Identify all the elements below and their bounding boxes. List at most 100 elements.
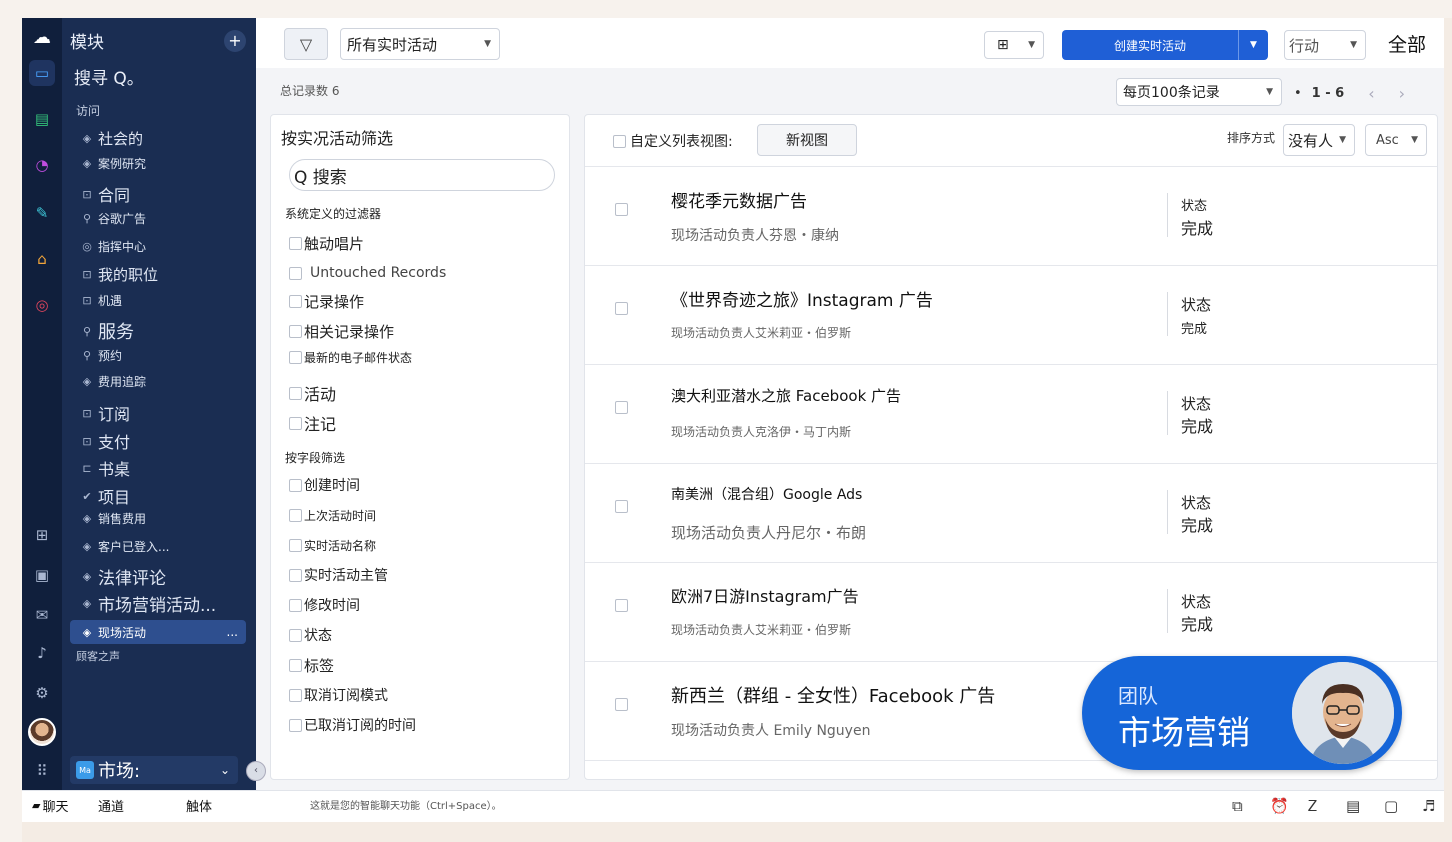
checkbox[interactable] — [289, 266, 302, 280]
sidebar-item[interactable]: ⊡ 合同 — [80, 182, 130, 206]
user-avatar[interactable] — [28, 718, 56, 746]
row-title[interactable]: 欧洲7日游Instagram广告 — [671, 583, 859, 607]
row-checkbox[interactable] — [615, 698, 628, 711]
checkbox[interactable] — [289, 598, 302, 612]
search-analytics-icon[interactable]: ◎ — [29, 292, 55, 318]
row-title[interactable]: 澳大利亚潜水之旅 Facebook 广告 — [671, 385, 901, 406]
alarm-icon[interactable]: ⏰ — [1270, 797, 1289, 815]
checkbox[interactable] — [289, 237, 302, 250]
checkbox[interactable] — [289, 351, 302, 364]
filter-option[interactable]: 活动 — [289, 381, 336, 405]
row-title[interactable]: 新西兰（群组 - 全女性）Facebook 广告 — [671, 682, 995, 708]
translate-icon[interactable]: Ꮓ — [1308, 797, 1317, 815]
checkbox[interactable] — [289, 295, 302, 308]
folder-icon[interactable]: ▭ — [29, 60, 55, 86]
checkbox[interactable] — [289, 325, 302, 338]
layout-toggle[interactable]: ⊞ ▼ — [984, 31, 1044, 59]
sidebar-item[interactable]: ✔ 项目 — [80, 484, 130, 508]
row-title[interactable]: 南美洲（混合组）Google Ads — [671, 484, 862, 504]
sidebar-item[interactable]: ⊏ 书桌 — [80, 456, 130, 480]
filter-search-input[interactable]: Q 搜索 — [289, 159, 555, 191]
sidebar-item[interactable]: ⊡ 订阅 — [80, 401, 130, 425]
market-switcher[interactable]: Ma 市场: ⌄ — [70, 756, 238, 784]
prev-page-icon[interactable]: ‹ — [1368, 84, 1374, 103]
table-row[interactable]: 欧洲7日游Instagram广告 现场活动负责人艾米莉亚・伯罗斯 状态 完成 — [585, 563, 1437, 662]
custom-list-view[interactable]: 自定义列表视图: — [613, 131, 733, 151]
next-page-icon[interactable]: › — [1399, 84, 1405, 103]
row-title[interactable]: 《世界奇迹之旅》Instagram 广告 — [671, 286, 933, 311]
sidebar-item[interactable]: ◈ 案例研究 — [80, 155, 146, 172]
sidebar-item[interactable]: ⚲ 服务 — [80, 318, 134, 344]
filter-option[interactable]: 最新的电子邮件状态 — [289, 349, 412, 366]
create-live-event-button[interactable]: 创建实时活动 ▼ — [1062, 30, 1268, 60]
sidebar-item[interactable]: ⊡ 我的职位 — [80, 264, 158, 285]
sidebar-item[interactable]: ⚲ 谷歌广告 — [80, 210, 146, 227]
document-icon[interactable]: ▤ — [1346, 797, 1360, 815]
checkbox[interactable] — [289, 509, 302, 522]
mail-icon[interactable]: ✉ — [29, 602, 55, 628]
filter-option[interactable]: 创建时间 — [289, 475, 360, 495]
checkbox[interactable] — [613, 134, 626, 148]
filter-option[interactable]: 已取消订阅的时间 — [289, 715, 416, 735]
team-card[interactable]: 团队 市场营销 — [1082, 656, 1402, 770]
sidebar-item[interactable]: ◈ 客户已登入... — [80, 538, 170, 555]
row-checkbox[interactable] — [615, 203, 628, 216]
checkbox[interactable] — [289, 628, 302, 642]
more-options-icon[interactable]: ... — [227, 625, 238, 639]
table-row[interactable]: 樱花季元数据广告 现场活动负责人芬恩・康纳 状态 完成 — [585, 167, 1437, 266]
create-dropdown-icon[interactable]: ▼ — [1238, 30, 1268, 60]
add-note-icon[interactable]: ⊞ — [29, 522, 55, 548]
filter-option[interactable]: 记录操作 — [289, 291, 364, 312]
filter-option[interactable]: 注记 — [289, 411, 336, 435]
table-row[interactable]: 南美洲（混合组）Google Ads 现场活动负责人丹尼尔・布朗 状态 完成 — [585, 464, 1437, 563]
scope-all[interactable]: 全部 — [1388, 30, 1426, 57]
checkbox[interactable] — [289, 539, 302, 552]
expand-icon[interactable]: ⧉ — [1232, 797, 1243, 815]
collapse-sidebar-button[interactable]: ‹ — [246, 761, 266, 781]
filter-option[interactable]: 相关记录操作 — [289, 321, 394, 342]
sidebar-item[interactable]: ◈ 费用追踪 — [80, 373, 146, 390]
chart-icon[interactable]: ▤ — [29, 106, 55, 132]
filter-option[interactable]: 标签 — [289, 655, 334, 676]
row-title[interactable]: 樱花季元数据广告 — [671, 187, 807, 212]
row-checkbox[interactable] — [615, 302, 628, 315]
calendar-icon[interactable]: ▣ — [29, 562, 55, 588]
filter-option[interactable]: 触动唱片 — [289, 233, 364, 254]
row-checkbox[interactable] — [615, 401, 628, 414]
sidebar-item[interactable]: ◈ 法律评论 — [80, 564, 166, 589]
checkbox[interactable] — [289, 568, 302, 582]
checkbox[interactable] — [289, 478, 302, 492]
filter-button[interactable]: ▽ — [284, 28, 328, 60]
sidebar-item[interactable]: ◈ 销售费用 — [80, 510, 146, 527]
checkbox[interactable] — [289, 416, 302, 430]
filter-option[interactable]: Untouched Records — [289, 265, 446, 281]
sort-order-select[interactable]: Asc ▼ — [1365, 124, 1427, 156]
filter-option[interactable]: 实时活动主管 — [289, 565, 388, 585]
chat-tab[interactable]: ▰ 聊天 — [32, 796, 68, 815]
section-voice-of-customer[interactable]: 顾客之声 — [76, 648, 120, 664]
checkbox[interactable] — [289, 386, 302, 400]
checkbox[interactable] — [289, 659, 302, 672]
comment-icon[interactable]: ▢ — [1384, 797, 1398, 815]
pie-icon[interactable]: ◔ — [29, 152, 55, 178]
bell-icon[interactable]: ♪ — [29, 640, 55, 666]
add-module-button[interactable]: + — [224, 30, 246, 52]
sidebar-item[interactable]: ⊡ 机遇 — [80, 292, 122, 309]
row-checkbox[interactable] — [615, 599, 628, 612]
gear-icon[interactable]: ⚙ — [29, 680, 55, 706]
filter-option[interactable]: 修改时间 — [289, 595, 360, 615]
table-row[interactable]: 《世界奇迹之旅》Instagram 广告 现场活动负责人艾米莉亚・伯罗斯 状态 … — [585, 266, 1437, 365]
sidebar-search[interactable]: 搜寻 Q。 — [74, 64, 144, 89]
table-row[interactable]: 澳大利亚潜水之旅 Facebook 广告 现场活动负责人克洛伊・马丁内斯 状态 … — [585, 365, 1437, 464]
sidebar-item[interactable]: ◎ 指挥中心 — [80, 238, 146, 255]
sidebar-item[interactable]: ⊡ 支付 — [80, 429, 130, 453]
filter-option[interactable]: 取消订阅模式 — [289, 685, 388, 705]
filter-option[interactable]: 状态 — [289, 625, 332, 645]
channel-tab[interactable]: 通道 — [98, 796, 124, 815]
contact-tab[interactable]: 触体 — [186, 796, 212, 815]
checkbox[interactable] — [289, 688, 302, 702]
action-dropdown[interactable]: 行动 ▼ — [1284, 30, 1366, 60]
row-checkbox[interactable] — [615, 500, 628, 513]
apps-grid-icon[interactable]: ⠿ — [29, 758, 55, 784]
sidebar-item[interactable]: ◈ 社会的 — [80, 128, 143, 149]
